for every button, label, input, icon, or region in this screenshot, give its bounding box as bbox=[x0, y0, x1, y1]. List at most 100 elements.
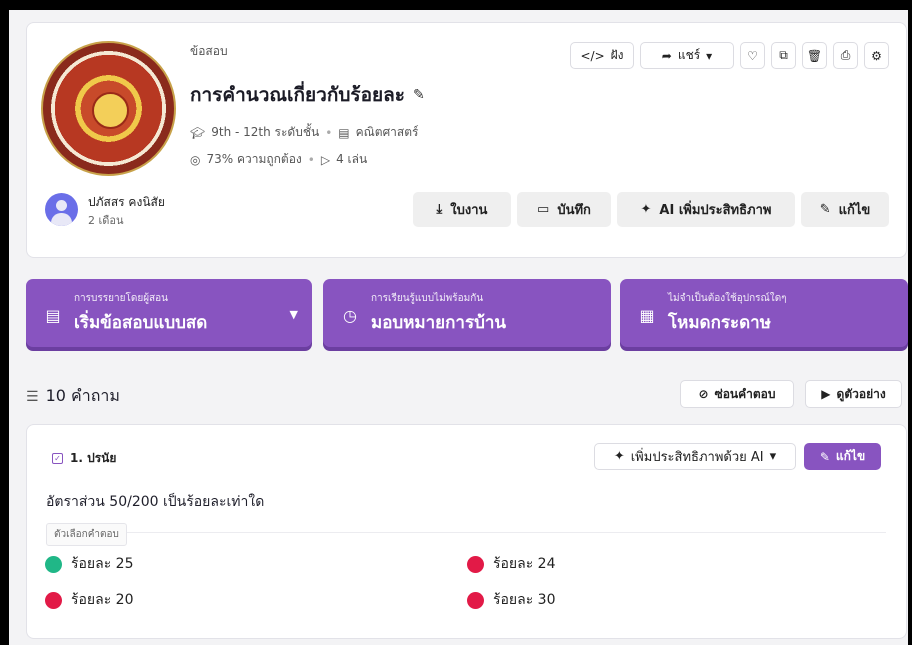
question-count-label: 10 คำถาม bbox=[45, 386, 120, 405]
separator-dot: • bbox=[307, 152, 315, 167]
avatar-body-shape bbox=[51, 213, 72, 226]
folder-icon: ▭ bbox=[537, 202, 550, 217]
author-avatar[interactable] bbox=[45, 193, 78, 226]
quiz-grade: 9th - 12th ระดับชั้น bbox=[211, 125, 320, 139]
play-icon: ▷ bbox=[320, 152, 331, 167]
correct-answer-dot-icon bbox=[45, 555, 62, 573]
share-label: แชร์ bbox=[677, 48, 701, 62]
preview-button[interactable]: ▶ ดูตัวอย่าง bbox=[805, 380, 902, 408]
paper-mode-button[interactable]: ▦ ไม่จำเป็นต้องใช้อุปกรณ์ใดๆ โหมดกระดาษ bbox=[620, 279, 908, 347]
chevron-down-icon: ▾ bbox=[769, 449, 777, 464]
copy-button[interactable]: ⧉ bbox=[771, 42, 796, 69]
edit-label: แก้ไข bbox=[838, 203, 871, 218]
mode-subtitle: การบรรยายโดยผู้สอน bbox=[74, 293, 168, 304]
quiz-title-text: การคำนวณเกี่ยวกับร้อยละ bbox=[190, 84, 406, 106]
share-button[interactable]: ➦ แชร์ ▾ bbox=[640, 42, 734, 69]
answer-option-text: ร้อยละ 24 bbox=[493, 556, 556, 572]
download-icon: ⤓ bbox=[436, 202, 443, 217]
target-icon: ◎ bbox=[190, 152, 201, 167]
favorite-button[interactable]: ♡ bbox=[740, 42, 765, 69]
mode-title: โหมดกระดาษ bbox=[668, 313, 771, 333]
question-ai-enhance-button[interactable]: ✦ เพิ่มประสิทธิภาพด้วย AI ▾ bbox=[594, 443, 796, 470]
book-icon: ▤ bbox=[338, 125, 350, 140]
ai-enhance-label: AI เพิ่มประสิทธิภาพ bbox=[659, 203, 772, 218]
quiz-meta-grade-subject: 🎓︎ 9th - 12th ระดับชั้น • ▤ คณิตศาสตร์ bbox=[190, 123, 418, 142]
separator-dot: • bbox=[325, 125, 333, 140]
chevron-down-icon[interactable]: ▼ bbox=[290, 308, 298, 321]
live-quiz-button[interactable]: ▤ การบรรยายโดยผู้สอน เริ่มข้อสอบแบบสด ▼ bbox=[26, 279, 312, 347]
hide-answers-label: ซ่อนคำตอบ bbox=[714, 386, 776, 401]
checkbox-icon: ✓ bbox=[52, 453, 63, 464]
eye-off-icon: ⊘ bbox=[698, 387, 709, 401]
assign-homework-button[interactable]: ◷ การเรียนรู้แบบไม่พร้อมกัน มอบหมายการบ้… bbox=[323, 279, 611, 347]
quiz-accuracy: 73% ความถูกต้อง bbox=[206, 152, 302, 166]
save-button[interactable]: ▭ บันทึก bbox=[517, 192, 611, 227]
window-frame-right bbox=[908, 0, 912, 645]
share-arrow-icon: ➦ bbox=[661, 48, 672, 63]
question-ai-enhance-label: เพิ่มประสิทธิภาพด้วย AI bbox=[630, 450, 764, 465]
mode-title: เริ่มข้อสอบแบบสด bbox=[74, 313, 208, 333]
mode-subtitle: ไม่จำเป็นต้องใช้อุปกรณ์ใดๆ bbox=[668, 293, 787, 304]
preview-label: ดูตัวอย่าง bbox=[836, 386, 886, 401]
answer-option-text: ร้อยละ 20 bbox=[71, 592, 134, 608]
quiz-top-actions: </> ฝัง ➦ แชร์ ▾ ♡ ⧉ 🗑︎ ⎙ ⚙ bbox=[570, 42, 889, 69]
delete-button[interactable]: 🗑︎ bbox=[802, 42, 827, 69]
quiz-title: การคำนวณเกี่ยวกับร้อยละ ✎ bbox=[190, 80, 425, 110]
quiz-subject: คณิตศาสตร์ bbox=[355, 125, 419, 139]
question-edit-button[interactable]: ✎ แก้ไข bbox=[804, 443, 881, 470]
answer-option-text: ร้อยละ 30 bbox=[493, 592, 556, 608]
answer-option: ร้อยละ 20 bbox=[45, 589, 134, 611]
answer-option: ร้อยละ 30 bbox=[467, 589, 556, 611]
quiz-kind-label: ข้อสอบ bbox=[190, 44, 228, 58]
author-time: 2 เดือน bbox=[88, 214, 124, 227]
window-frame-left bbox=[0, 0, 9, 645]
quiz-bottom-actions: ⤓ ใบงาน ▭ บันทึก ✦ AI เพิ่มประสิทธิภาพ ✎… bbox=[413, 192, 889, 227]
edit-quiz-button[interactable]: ✎ แก้ไข bbox=[801, 192, 889, 227]
author-name[interactable]: ปภัสสร คงนิสัย bbox=[88, 193, 165, 212]
sparkle-icon: ✦ bbox=[640, 202, 652, 217]
pencil-icon: ✎ bbox=[819, 449, 830, 464]
options-divider bbox=[46, 532, 886, 533]
play-triangle-icon: ▶ bbox=[821, 387, 831, 401]
question-text: อัตราส่วน 50/200 เป็นร้อยละเท่าใด bbox=[46, 494, 265, 510]
question-count: ☰ 10 คำถาม bbox=[26, 384, 120, 409]
quiz-meta-stats: ◎ 73% ความถูกต้อง • ▷ 4 เล่น bbox=[190, 150, 367, 169]
window-frame-top bbox=[0, 0, 912, 10]
clock-icon: ◷ bbox=[343, 305, 357, 325]
list-icon: ☰ bbox=[26, 388, 39, 405]
question-type-label: ✓ 1. ปรนัย bbox=[52, 449, 116, 468]
question-edit-label: แก้ไข bbox=[835, 449, 866, 463]
avatar-head-shape bbox=[56, 200, 67, 211]
answer-option: ร้อยละ 25 bbox=[45, 553, 134, 575]
print-button[interactable]: ⎙ bbox=[833, 42, 858, 69]
answer-options-label: ตัวเลือกคำตอบ bbox=[46, 523, 127, 546]
edit-icon: ✎ bbox=[819, 202, 831, 217]
settings-button[interactable]: ⚙ bbox=[864, 42, 889, 69]
quiz-plays: 4 เล่น bbox=[336, 152, 368, 166]
sparkle-icon: ✦ bbox=[613, 449, 625, 464]
code-icon: </> bbox=[580, 48, 605, 63]
incorrect-answer-dot-icon bbox=[467, 591, 484, 609]
graduation-cap-icon: 🎓︎ bbox=[190, 125, 206, 140]
answer-option: ร้อยละ 24 bbox=[467, 553, 556, 575]
answer-option-text: ร้อยละ 25 bbox=[71, 556, 134, 572]
college-logo bbox=[41, 41, 176, 176]
ai-enhance-button[interactable]: ✦ AI เพิ่มประสิทธิภาพ bbox=[617, 192, 795, 227]
incorrect-answer-dot-icon bbox=[45, 591, 62, 609]
trash-icon: 🗑︎ bbox=[806, 48, 823, 63]
worksheet-label: ใบงาน bbox=[450, 203, 488, 218]
logo-emblem bbox=[92, 92, 129, 129]
worksheet-button[interactable]: ⤓ ใบงาน bbox=[413, 192, 511, 227]
chevron-down-icon: ▾ bbox=[706, 48, 713, 63]
printer-icon: ⎙ bbox=[840, 48, 851, 62]
embed-button[interactable]: </> ฝัง bbox=[570, 42, 634, 69]
mode-subtitle: การเรียนรู้แบบไม่พร้อมกัน bbox=[371, 293, 484, 304]
mode-title: มอบหมายการบ้าน bbox=[371, 313, 507, 333]
incorrect-answer-dot-icon bbox=[467, 555, 484, 573]
save-label: บันทึก bbox=[557, 203, 591, 218]
gear-icon: ⚙ bbox=[871, 48, 882, 63]
hide-answers-button[interactable]: ⊘ ซ่อนคำตอบ bbox=[680, 380, 794, 408]
embed-label: ฝัง bbox=[610, 48, 624, 62]
heart-icon: ♡ bbox=[747, 48, 758, 63]
edit-title-pencil-icon[interactable]: ✎ bbox=[413, 87, 425, 103]
